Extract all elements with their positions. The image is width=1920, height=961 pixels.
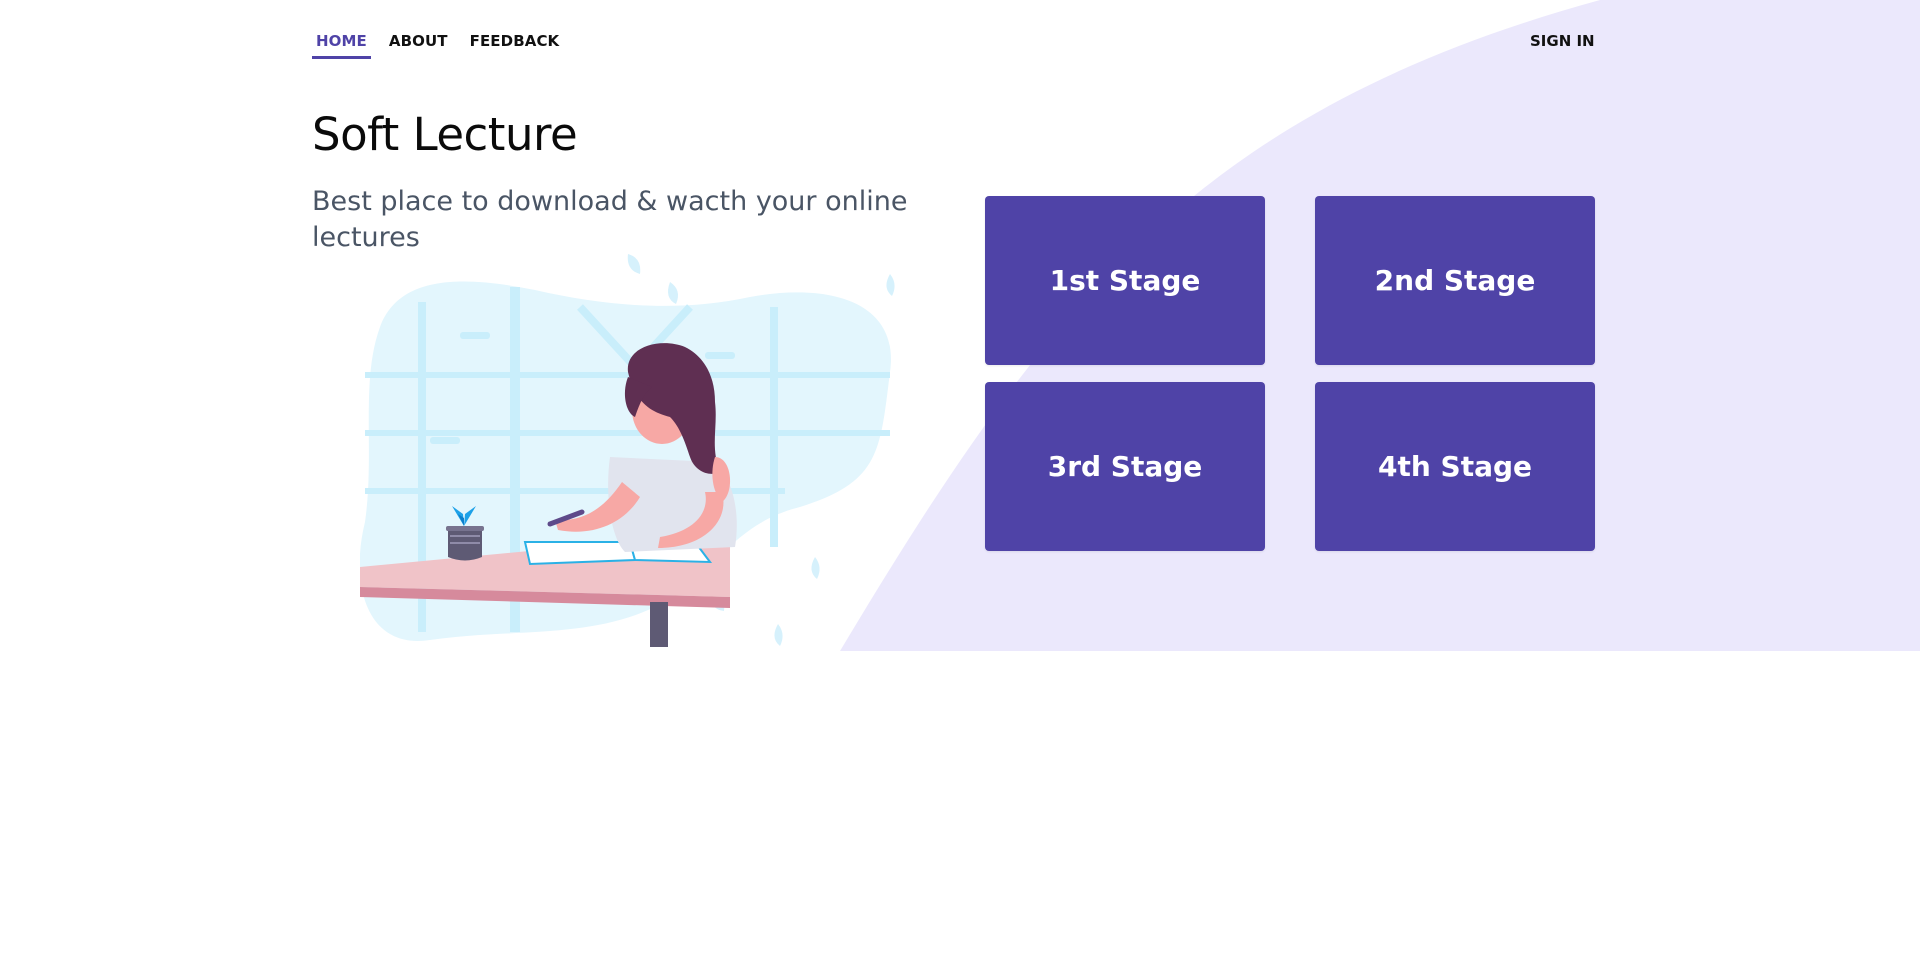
page-subtitle: Best place to download & wacth your onli… xyxy=(312,186,908,253)
nav-link-home[interactable]: HOME xyxy=(312,28,371,59)
stage-1-button[interactable]: 1st Stage xyxy=(985,196,1265,365)
stage-3-button[interactable]: 3rd Stage xyxy=(985,382,1265,551)
main-nav: HOME ABOUT FEEDBACK xyxy=(312,28,563,59)
nav-link-feedback[interactable]: FEEDBACK xyxy=(466,28,564,59)
page: HOME ABOUT FEEDBACK SIGN IN Soft Lecture… xyxy=(0,0,1920,961)
sign-in-link[interactable]: SIGN IN xyxy=(1530,32,1595,50)
page-title: Soft Lecture xyxy=(312,108,578,161)
stage-2-button[interactable]: 2nd Stage xyxy=(1315,196,1595,365)
woman-studying-illustration xyxy=(360,254,895,647)
background-wave-shape xyxy=(840,0,1920,651)
nav-link-about[interactable]: ABOUT xyxy=(385,28,452,59)
stage-4-button[interactable]: 4th Stage xyxy=(1315,382,1595,551)
